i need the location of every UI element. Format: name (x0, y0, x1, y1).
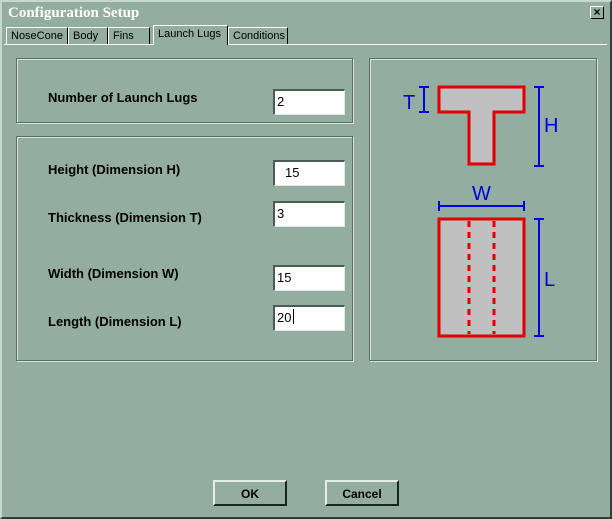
length-field[interactable]: 20 (273, 305, 345, 331)
tab-launch-lugs[interactable]: Launch Lugs (153, 25, 228, 45)
tab-fins[interactable]: Fins (108, 27, 150, 44)
height-field[interactable]: 15 (273, 160, 345, 186)
lug-plan-view (437, 217, 526, 338)
window-title: Configuration Setup (8, 5, 140, 21)
dimension-t (419, 86, 429, 113)
length-label: Length (Dimension L) (48, 314, 182, 329)
dimension-h-label: H (544, 115, 558, 137)
dimension-l (534, 218, 544, 337)
text-caret (293, 309, 294, 324)
t-section-profile (437, 85, 526, 166)
height-label: Height (Dimension H) (48, 162, 181, 177)
close-button[interactable]: × (590, 6, 604, 19)
tab-nosecone[interactable]: NoseCone (6, 27, 68, 44)
dimension-l-label: L (544, 269, 555, 291)
tab-conditions[interactable]: Conditions (228, 27, 288, 44)
tab-body[interactable]: Body (68, 27, 108, 44)
title-bar: Configuration Setup × (4, 4, 608, 22)
width-field[interactable]: 15 (273, 265, 345, 291)
tab-panel-launch-lugs: Number of Launch Lugs 2 Height (Dimensio… (4, 44, 607, 470)
thickness-field[interactable]: 3 (273, 201, 345, 227)
dimension-t-label: T (403, 92, 415, 114)
launch-lug-diagram: T H W L (403, 85, 558, 338)
width-label: Width (Dimension W) (48, 266, 179, 281)
num-lugs-label: Number of Launch Lugs (48, 90, 198, 105)
cancel-button[interactable]: Cancel (325, 480, 399, 506)
thickness-label: Thickness (Dimension T) (48, 210, 202, 225)
num-lugs-field[interactable]: 2 (273, 89, 345, 115)
dimension-h (534, 86, 544, 167)
dimension-w-label: W (472, 183, 491, 205)
ok-button[interactable]: OK (213, 480, 287, 506)
config-setup-window: Configuration Setup × NoseCone Body Fins… (0, 0, 612, 519)
